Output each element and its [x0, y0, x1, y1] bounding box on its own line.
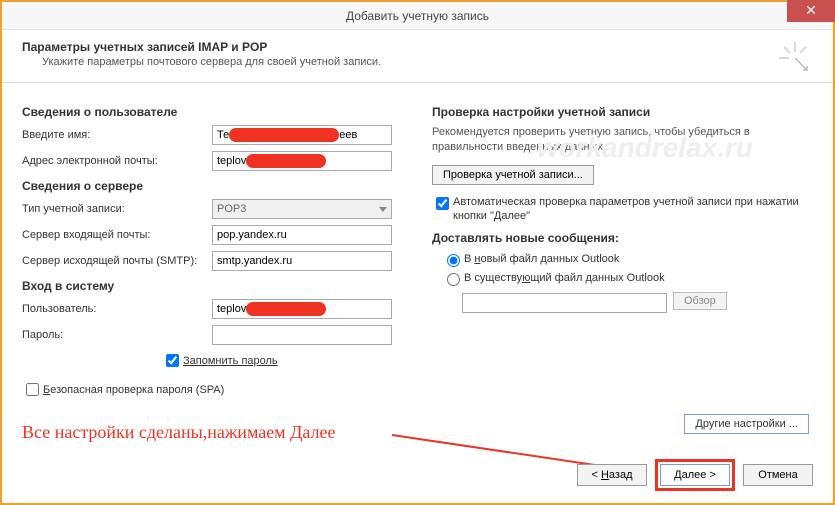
name-input[interactable]: Те еев [212, 125, 392, 145]
redaction-blob [246, 154, 326, 168]
next-button[interactable]: Далее >Далее > [660, 464, 730, 486]
name-label: Введите имя: [22, 129, 212, 141]
login-section-title: Вход в систему [22, 279, 422, 293]
remember-password-checkbox[interactable] [166, 354, 179, 367]
username-input[interactable]: teplov [212, 299, 392, 319]
window-title: Добавить учетную запись [2, 2, 833, 30]
password-input[interactable] [212, 325, 392, 345]
deliver-existing-radio[interactable] [447, 273, 460, 286]
account-type-select[interactable]: POP3 [212, 199, 392, 219]
test-description: Рекомендуется проверить учетную запись, … [432, 125, 813, 155]
deliver-new-label: В новый файл данных Outlook [464, 253, 619, 265]
incoming-label: Сервер входящей почты: [22, 229, 212, 241]
deliver-existing-label: В существующий файл данных Outlook [464, 272, 665, 284]
wizard-icon [777, 40, 813, 81]
spa-checkbox[interactable] [26, 383, 39, 396]
redaction-blob [246, 302, 326, 316]
remember-password-label: Запомнить пароль [183, 355, 278, 367]
header-subtitle: Укажите параметры почтового сервера для … [42, 56, 813, 68]
outgoing-label: Сервер исходящей почты (SMTP): [22, 255, 212, 267]
username-value-prefix: teplov [217, 303, 246, 315]
email-input[interactable]: teplov [212, 151, 392, 171]
right-column: Проверка настройки учетной записи Рекоме… [422, 97, 813, 403]
annotation-text: Все настройки сделаны,нажимаем Далее [22, 422, 335, 443]
header: Параметры учетных записей IMAP и POP Ука… [2, 30, 833, 83]
password-label: Пароль: [22, 329, 212, 341]
account-type-label: Тип учетной записи: [22, 203, 212, 215]
left-column: Сведения о пользователе Введите имя: Те … [22, 97, 422, 403]
outgoing-input[interactable] [212, 251, 392, 271]
close-icon: ✕ [805, 2, 817, 18]
next-highlight-box: Далее >Далее > [655, 459, 735, 491]
close-button[interactable]: ✕ [787, 0, 835, 22]
username-label: Пользователь: [22, 303, 212, 315]
test-section-title: Проверка настройки учетной записи [432, 105, 813, 119]
cancel-button[interactable]: Отмена [743, 464, 813, 486]
spa-label: ББезопасная проверка пароля (SPA)езопасн… [43, 384, 224, 396]
account-type-value: POP3 [217, 203, 246, 215]
auto-test-label: Автоматическая проверка параметров учетн… [453, 195, 813, 224]
redaction-blob [229, 128, 339, 142]
name-value-suffix: еев [339, 129, 357, 141]
deliver-path-input[interactable] [462, 293, 667, 313]
incoming-input[interactable] [212, 225, 392, 245]
header-title: Параметры учетных записей IMAP и POP [22, 40, 813, 54]
email-label: Адрес электронной почты: [22, 155, 212, 167]
deliver-new-radio[interactable] [447, 254, 460, 267]
dialog-body: Сведения о пользователе Введите имя: Те … [2, 83, 833, 407]
user-section-title: Сведения о пользователе [22, 105, 422, 119]
browse-button[interactable]: Обзор [673, 292, 727, 310]
auto-test-checkbox[interactable] [436, 197, 449, 210]
name-value-prefix: Те [217, 129, 229, 141]
other-settings-button[interactable]: Другие настройки ... [684, 414, 809, 434]
test-account-button[interactable]: Проверка учетной записи... [432, 165, 594, 185]
deliver-section-title: Доставлять новые сообщения: [432, 231, 813, 245]
server-section-title: Сведения о сервере [22, 179, 422, 193]
dialog-window: Добавить учетную запись ✕ Параметры учет… [0, 0, 835, 505]
footer-buttons: < Назад< Назад Далее >Далее > Отмена [577, 459, 813, 491]
email-value-prefix: teplov [217, 155, 246, 167]
titlebar: Добавить учетную запись ✕ [2, 2, 833, 30]
back-button[interactable]: < Назад< Назад [577, 464, 647, 486]
